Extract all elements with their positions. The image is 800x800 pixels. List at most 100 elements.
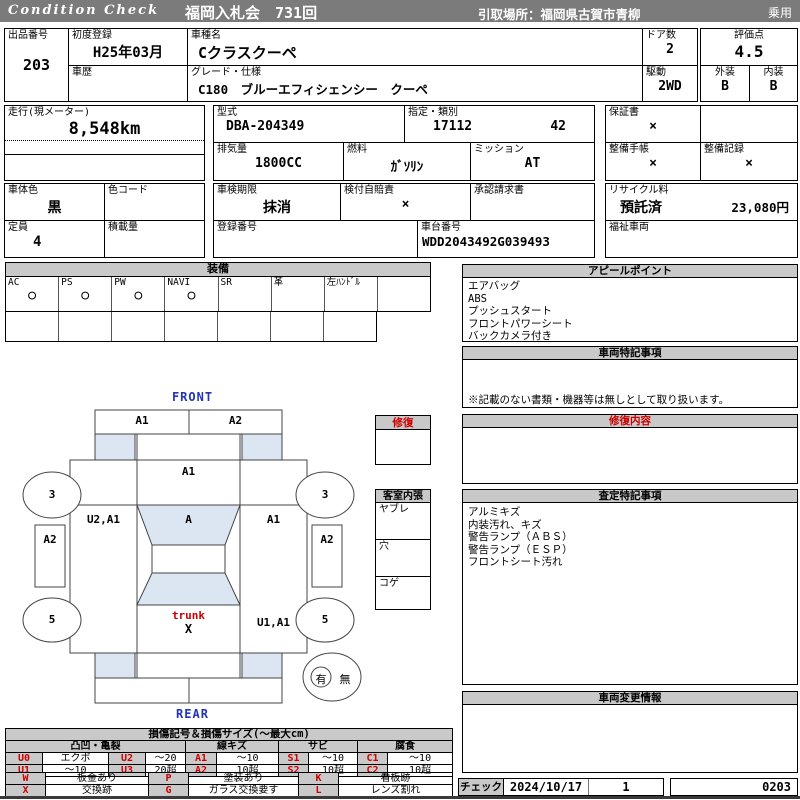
legend-code: U2 <box>108 752 146 765</box>
left-headlight-shape <box>94 433 136 461</box>
approval-request-label: 承認請求書 <box>474 185 524 196</box>
model-code-label: 型式 <box>217 107 237 118</box>
equipment-empty-cell <box>112 312 165 341</box>
chassis-number-value: WDD2043492G039493 <box>422 234 550 249</box>
welfare-vehicle-cell: 福祉車両 <box>605 220 798 258</box>
drive-label: 駆動 <box>646 67 666 78</box>
pickup-location: 引取場所：福岡県古賀市青柳 <box>478 7 641 22</box>
maintenance-record-cell: 整備記録 × <box>700 142 798 181</box>
legend-desc: ～10 <box>216 752 279 765</box>
legend-desc: 塗装あり <box>188 772 299 785</box>
model-name-label: 車種名 <box>191 30 221 41</box>
assessment-item: フロントシート汚れ <box>468 556 563 568</box>
model-code-value: DBA-204349 <box>226 119 305 134</box>
equipment-mark: ○ <box>134 288 143 303</box>
exterior-grade-cell: 外装 B <box>700 65 750 102</box>
color-code-label: 色コード <box>108 185 148 196</box>
equipment-cell-sr: SR <box>219 277 272 311</box>
appeal-item: ABS <box>468 292 487 305</box>
history-cell: 車歴 <box>68 65 188 102</box>
right-taillight-shape <box>241 652 283 679</box>
check-date-box: 2024/10/17 1 <box>503 778 664 796</box>
fuel-label: 燃料 <box>347 144 367 155</box>
equipment-cell-extra <box>378 277 430 311</box>
score-cell: 評価点 4.5 <box>700 28 798 66</box>
equipment-empty-cell <box>165 312 218 341</box>
car-diagram-shapes <box>22 409 362 704</box>
legend-code: X <box>5 784 46 797</box>
vehicle-notes-disclaimer: ※記載のない書類・機器等は無しとして取り扱います。 <box>468 393 730 406</box>
load-capacity-cell: 積載量 <box>104 220 205 258</box>
assessment-item: アルミキズ <box>468 506 521 518</box>
assessment-item: 内装汚れ、キズ <box>468 518 542 531</box>
legend-desc: ～10 <box>308 752 358 765</box>
equipment-mark: ○ <box>28 288 36 303</box>
first-registration-cell: 初度登録 H25年03月 <box>68 28 188 66</box>
appeal-points-header: アピールポイント <box>462 264 798 278</box>
equipment-cell-leather: 革 <box>272 277 325 311</box>
front-bumper-left-mark: A1 <box>135 414 149 427</box>
check-code-value: 0203 <box>762 780 791 794</box>
score-value: 4.5 <box>734 42 764 61</box>
vehicle-notes-box: ※記載のない書類・機器等は無しとして取り扱います。 <box>462 359 798 408</box>
appeal-points-box: エアバッグ ABS プッシュスタート フロントパワーシート バックカメラ付き <box>462 277 798 342</box>
fuel-value: ｶﾞｿﾘﾝ <box>390 160 424 175</box>
check-date-value: 2024/10/17 <box>504 779 589 795</box>
left-side-mark: A2 <box>43 533 57 546</box>
capacity-value: 4 <box>33 234 42 250</box>
legend-desc: ～10 <box>386 752 454 765</box>
inspection-value: 抹消 <box>263 200 291 216</box>
equipment-empty-cell <box>59 312 112 341</box>
equipment-cell-pw: PW ○ <box>112 277 166 311</box>
lot-number-cell: 出品番号 203 <box>4 28 69 102</box>
registration-number-cell: 登録番号 <box>213 220 418 258</box>
warranty-value: × <box>649 119 657 134</box>
change-info-box <box>462 704 798 773</box>
legend-group-dent: 凸凹・亀裂 <box>5 740 186 753</box>
interior-grade-cell: 内装 B <box>749 65 798 102</box>
legend-desc: 交換跡 <box>45 784 149 797</box>
mileage-cell: 走行(現メーター) 8,548km <box>4 105 205 181</box>
color-code-cell: 色コード <box>104 183 205 221</box>
assessment-notes-box: アルミキズ 内装汚れ、キズ 警告ランプ（ＡＢＳ） 警告ランプ（ＥＳＰ） フロント… <box>462 502 798 685</box>
welfare-vehicle-label: 福祉車両 <box>609 222 649 233</box>
equipment-label: 左ﾊﾝﾄﾞﾙ <box>326 277 361 288</box>
body-color-cell: 車体色 黒 <box>4 183 105 221</box>
inspection-label: 車検期限 <box>217 185 257 196</box>
model-name-cell: 車種名 Cクラスクーペ <box>187 28 643 66</box>
hood-mark: A1 <box>181 465 196 478</box>
change-info-header: 車両変更情報 <box>462 691 798 705</box>
equipment-row: AC ○ PS ○ PW ○ NAVI ○ SR 革 左ﾊﾝﾄﾞﾙ <box>5 276 431 312</box>
right-front-wheel-mark: 3 <box>321 488 329 501</box>
type-class-cell: 指定・類別 17112 42 <box>404 105 595 143</box>
transmission-value: AT <box>524 156 541 171</box>
insurance-label: 検付自賠責 <box>344 185 394 196</box>
body-color-label: 車体色 <box>8 185 38 196</box>
capacity-cell: 定員 4 <box>4 220 105 258</box>
legend-desc: ガラス交換要す <box>188 784 299 797</box>
legend-code: K <box>298 772 339 785</box>
equipment-row-empty <box>5 311 377 342</box>
assessment-item: 警告ランプ（ＥＳＰ） <box>468 543 573 556</box>
interior-grade-label: 内装 <box>763 67 784 78</box>
assessment-notes-header: 査定特記事項 <box>462 489 798 503</box>
legend-code: W <box>5 772 46 785</box>
doors-cell: ドア数 2 <box>642 28 698 66</box>
chassis-number-cell: 車台番号 WDD2043492G039493 <box>417 220 595 258</box>
legend-code: A1 <box>185 752 217 765</box>
model-code-cell: 型式 DBA-204349 <box>213 105 405 143</box>
appeal-item: エアバッグ <box>468 280 521 292</box>
trunk-mark: X <box>184 622 193 636</box>
damage-legend-table: 損傷記号＆損傷サイズ(～最大cm) 凸凹・亀裂 線キズ サビ 腐食 U0 エクボ… <box>4 728 454 777</box>
equipment-label: SR <box>220 277 232 288</box>
rear-quarter-mark: U1,A1 <box>256 616 291 629</box>
legend-group-rust: サビ <box>278 740 358 753</box>
displacement-cell: 排気量 1800CC <box>213 142 344 181</box>
drive-value: 2WD <box>658 79 682 94</box>
right-side-mark: A2 <box>320 533 334 546</box>
equipment-empty-cell <box>218 312 271 341</box>
load-capacity-label: 積載量 <box>108 222 138 233</box>
doors-value: 2 <box>666 42 674 57</box>
front-label: FRONT <box>171 390 214 404</box>
type-number-value: 17112 <box>433 119 473 134</box>
